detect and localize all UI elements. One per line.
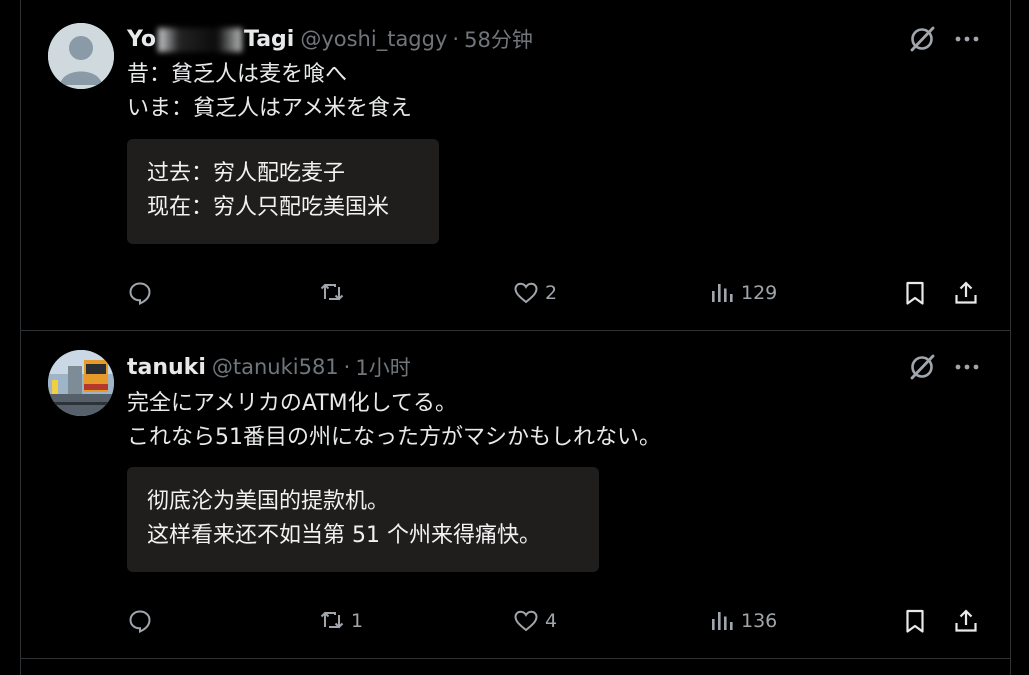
- timestamp[interactable]: 58分钟: [464, 24, 533, 54]
- timeline: Yo Tagi @yoshi_taggy · 58分钟 昔：貧乏人は麦を喰へ いま…: [20, 0, 1011, 675]
- tweet[interactable]: tanuki @tanuki581 · 1小时 完全にアメリカのATM化してる。…: [21, 331, 1010, 659]
- translation-box: 彻底沦为美国的提款机。 这样看来还不如当第 51 个州来得痛快。: [127, 467, 599, 572]
- more-icon[interactable]: [952, 24, 982, 54]
- display-name[interactable]: Yo Tagi: [127, 27, 294, 52]
- default-avatar-icon: [48, 23, 114, 89]
- action-bar: 2 129: [127, 277, 987, 309]
- avatar[interactable]: [48, 350, 114, 416]
- retweet-icon: [320, 283, 344, 301]
- separator-dot: ·: [343, 355, 351, 379]
- like-count: 2: [545, 282, 558, 304]
- like-button[interactable]: 2: [513, 277, 557, 309]
- tweet-text: 完全にアメリカのATM化してる。 これなら51番目の州になった方がマシかもしれな…: [127, 387, 661, 455]
- reply-icon: [129, 610, 151, 634]
- retweet-button[interactable]: 1: [319, 605, 363, 637]
- tweet-text-line: 昔：貧乏人は麦を喰へ: [127, 62, 348, 87]
- user-handle[interactable]: @yoshi_taggy: [300, 27, 447, 51]
- redacted-name-blur: [158, 27, 243, 52]
- tweet-header: Yo Tagi @yoshi_taggy · 58分钟: [127, 24, 533, 54]
- translation-line: 彻底沦为美国的提款机。: [147, 489, 390, 514]
- tweet-text-line: これなら51番目の州になった方がマシかもしれない。: [127, 425, 661, 450]
- reply-icon: [129, 282, 151, 306]
- share-icon: [955, 281, 977, 304]
- views-icon: [712, 612, 733, 630]
- heart-icon: [514, 610, 538, 632]
- retweet-icon: [320, 611, 344, 629]
- grok-icon[interactable]: [907, 352, 937, 382]
- train-photo-avatar: [48, 350, 114, 416]
- action-bar: 1 4 136: [127, 605, 987, 637]
- bookmark-icon: [906, 281, 924, 305]
- bookmark-button[interactable]: [902, 277, 928, 309]
- like-count: 4: [545, 610, 558, 632]
- bookmark-button[interactable]: [902, 605, 928, 637]
- grok-icon[interactable]: [907, 24, 937, 54]
- retweet-count: 1: [351, 610, 364, 632]
- more-icon[interactable]: [952, 352, 982, 382]
- tweet[interactable]: Yo Tagi @yoshi_taggy · 58分钟 昔：貧乏人は麦を喰へ いま…: [21, 0, 1010, 331]
- avatar[interactable]: [48, 23, 114, 89]
- tweet-text: 昔：貧乏人は麦を喰へ いま：貧乏人はアメ米を食え: [127, 58, 412, 126]
- translation-line: 现在：穷人只配吃美国米: [147, 195, 390, 220]
- like-button[interactable]: 4: [513, 605, 557, 637]
- separator-dot: ·: [452, 27, 460, 51]
- tweet-text-line: いま：貧乏人はアメ米を食え: [127, 96, 412, 121]
- translation-line: 这样看来还不如当第 51 个州来得痛快。: [147, 523, 541, 548]
- tweet-header: tanuki @tanuki581 · 1小时: [127, 352, 411, 382]
- timestamp[interactable]: 1小时: [355, 352, 410, 382]
- heart-icon: [514, 282, 538, 304]
- retweet-button[interactable]: [319, 277, 351, 309]
- share-button[interactable]: [953, 277, 979, 309]
- view-count: 129: [741, 282, 778, 304]
- translation-box: 过去：穷人配吃麦子 现在：穷人只配吃美国米: [127, 139, 439, 244]
- translation-line: 过去：穷人配吃麦子: [147, 161, 346, 186]
- display-name[interactable]: tanuki: [127, 355, 206, 380]
- share-button[interactable]: [953, 605, 979, 637]
- views-button[interactable]: 129: [709, 277, 777, 309]
- bookmark-icon: [906, 609, 924, 633]
- reply-button[interactable]: [127, 277, 153, 309]
- tweet-text-line: 完全にアメリカのATM化してる。: [127, 391, 458, 416]
- share-icon: [955, 609, 977, 632]
- views-button[interactable]: 136: [709, 605, 777, 637]
- user-handle[interactable]: @tanuki581: [212, 355, 339, 379]
- reply-button[interactable]: [127, 605, 153, 637]
- views-icon: [712, 284, 733, 302]
- view-count: 136: [741, 610, 778, 632]
